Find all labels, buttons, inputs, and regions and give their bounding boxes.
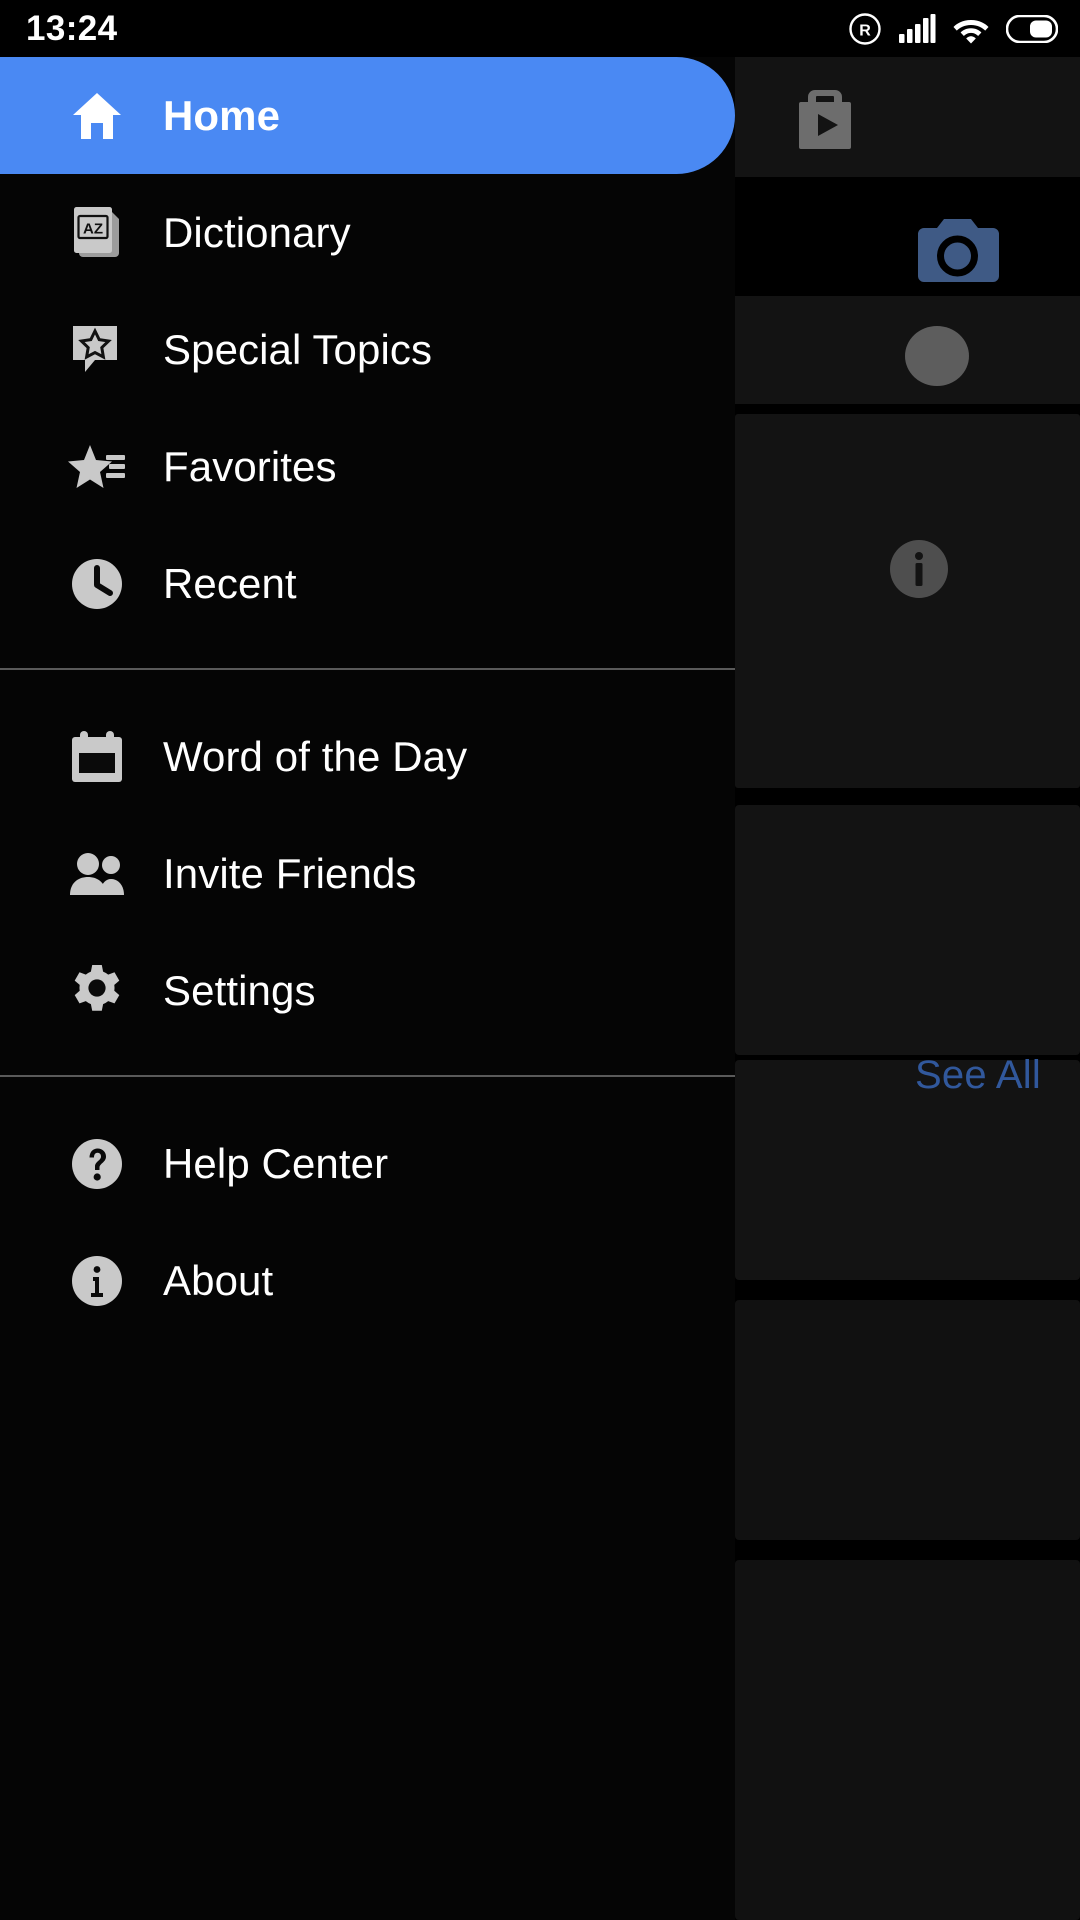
gear-icon — [64, 963, 130, 1019]
navigation-drawer: Home AZ Dictionary Special Topics Favori… — [0, 57, 735, 1920]
drawer-item-label: Special Topics — [163, 325, 433, 373]
drawer-item-dictionary[interactable]: AZ Dictionary — [0, 174, 735, 291]
drawer-item-recent[interactable]: Recent — [0, 525, 735, 642]
drawer-item-help-center[interactable]: Help Center — [0, 1105, 735, 1222]
dictionary-book-az-icon: AZ — [64, 205, 130, 261]
drawer-item-favorites[interactable]: Favorites — [0, 408, 735, 525]
shop-bag-play-icon[interactable] — [795, 85, 855, 151]
calendar-icon — [64, 730, 130, 784]
drawer-item-word-of-the-day[interactable]: Word of the Day — [0, 698, 735, 815]
drawer-item-label: Favorites — [163, 442, 337, 490]
status-time: 13:24 — [26, 9, 118, 48]
drawer-item-label: Settings — [163, 966, 316, 1014]
info-circle-icon[interactable] — [890, 540, 948, 598]
drawer-item-home[interactable]: Home — [0, 57, 735, 174]
drawer-item-label: Invite Friends — [163, 849, 417, 897]
drawer-item-label: Dictionary — [163, 208, 351, 256]
status-bar: 13:24 R — [0, 0, 1080, 57]
background-info-card — [735, 414, 1080, 788]
battery-icon — [1006, 14, 1058, 43]
wifi-icon — [952, 14, 990, 44]
background-card-3 — [735, 1300, 1080, 1540]
background-list-card — [735, 805, 1080, 1055]
see-all-link[interactable]: See All — [915, 1053, 1080, 1163]
drawer-item-label: Recent — [163, 559, 297, 607]
people-group-icon — [64, 852, 130, 896]
home-icon — [64, 90, 130, 142]
drawer-item-label: Home — [163, 91, 281, 139]
roaming-r-icon: R — [848, 12, 882, 46]
svg-text:R: R — [859, 22, 871, 39]
camera-icon[interactable] — [915, 215, 1000, 287]
star-list-icon — [64, 441, 130, 493]
speech-bubble-star-icon — [64, 322, 130, 378]
drawer-item-special-topics[interactable]: Special Topics — [0, 291, 735, 408]
avatar-circle-icon[interactable] — [905, 326, 969, 386]
svg-text:AZ: AZ — [83, 220, 103, 237]
drawer-item-label: About — [163, 1256, 274, 1304]
question-mark-circle-icon — [64, 1137, 130, 1191]
background-card-4 — [735, 1560, 1080, 1920]
drawer-item-invite-friends[interactable]: Invite Friends — [0, 815, 735, 932]
status-icon-group: R — [848, 12, 1058, 46]
drawer-item-label: Word of the Day — [163, 732, 468, 780]
background-topbar-card — [735, 57, 1080, 177]
drawer-item-about[interactable]: About — [0, 1222, 735, 1339]
drawer-item-label: Help Center — [163, 1139, 389, 1187]
clock-icon — [64, 557, 130, 611]
cellular-signal-icon — [898, 13, 936, 44]
info-circle-icon — [64, 1254, 130, 1308]
drawer-item-settings[interactable]: Settings — [0, 932, 735, 1049]
phone-screen: See All 13:24 R Home AZ Dictionary Speci… — [0, 0, 1080, 1920]
